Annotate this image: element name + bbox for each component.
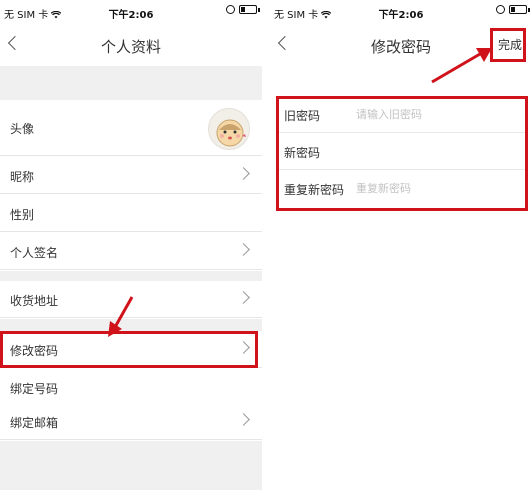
row-signature[interactable]: 个人签名: [0, 233, 262, 270]
new-password-input[interactable]: [356, 141, 516, 161]
bottom-gray-area: [0, 441, 262, 490]
page-title: 修改密码: [370, 38, 431, 56]
chevron-right-icon: [237, 341, 250, 354]
repeat-password-label: 重复新密码: [284, 183, 345, 197]
row-label: 收货地址: [10, 294, 59, 308]
row-avatar[interactable]: 头像: [0, 100, 262, 156]
row-label: 绑定号码: [10, 382, 59, 396]
nav-bar: 修改密码 完成: [270, 24, 532, 66]
row-nickname[interactable]: 昵称: [0, 157, 262, 194]
rotation-lock-icon: [226, 5, 235, 14]
row-label: 修改密码: [10, 344, 59, 358]
battery-icon: [509, 5, 530, 14]
section-divider: [0, 271, 262, 281]
row-label: 个人签名: [10, 246, 59, 260]
row-gender[interactable]: 性别: [0, 195, 262, 232]
row-label: 绑定邮箱: [10, 416, 59, 430]
status-time: 下午2:06: [378, 10, 424, 21]
done-button[interactable]: 完成: [498, 36, 522, 53]
row-change-password[interactable]: 修改密码: [0, 331, 262, 368]
repeat-password-row: 重复新密码: [276, 170, 528, 207]
new-password-label: 新密码: [284, 146, 321, 160]
password-form: 旧密码 新密码 重复新密码: [276, 96, 528, 211]
row-label: 昵称: [10, 170, 35, 184]
chevron-right-icon: [237, 167, 250, 180]
status-bar: 无 SIM 卡 下午2:06: [0, 0, 262, 22]
nav-bar: 个人资料: [0, 24, 262, 66]
chevron-right-icon: [237, 291, 250, 304]
old-password-input[interactable]: [356, 104, 516, 124]
row-address[interactable]: 收货地址: [0, 281, 262, 318]
section-divider: [0, 66, 262, 100]
row-label: 性别: [10, 208, 35, 222]
new-password-row: 新密码: [276, 133, 528, 170]
rotation-lock-icon: [496, 5, 505, 14]
old-password-row: 旧密码: [276, 96, 528, 133]
status-bar: 无 SIM 卡 下午2:06: [270, 0, 532, 22]
old-password-label: 旧密码: [284, 109, 321, 123]
repeat-password-input[interactable]: [356, 178, 516, 198]
avatar-face-icon: [216, 119, 246, 147]
profile-screen: 无 SIM 卡 下午2:06 个人资料 头像 昵称 性别 个人签名 收货地址 修…: [0, 0, 262, 490]
row-bind-phone[interactable]: 绑定号码: [0, 369, 262, 406]
page-title: 个人资料: [100, 38, 161, 56]
avatar[interactable]: [208, 108, 250, 150]
chevron-right-icon: [237, 413, 250, 426]
row-label: 头像: [10, 122, 35, 136]
change-password-screen: 无 SIM 卡 下午2:06 修改密码 完成: [270, 0, 532, 490]
battery-icon: [239, 5, 260, 14]
section-divider: [0, 319, 262, 331]
status-time: 下午2:06: [108, 10, 154, 21]
chevron-right-icon: [237, 243, 250, 256]
row-bind-email[interactable]: 绑定邮箱: [0, 403, 262, 440]
